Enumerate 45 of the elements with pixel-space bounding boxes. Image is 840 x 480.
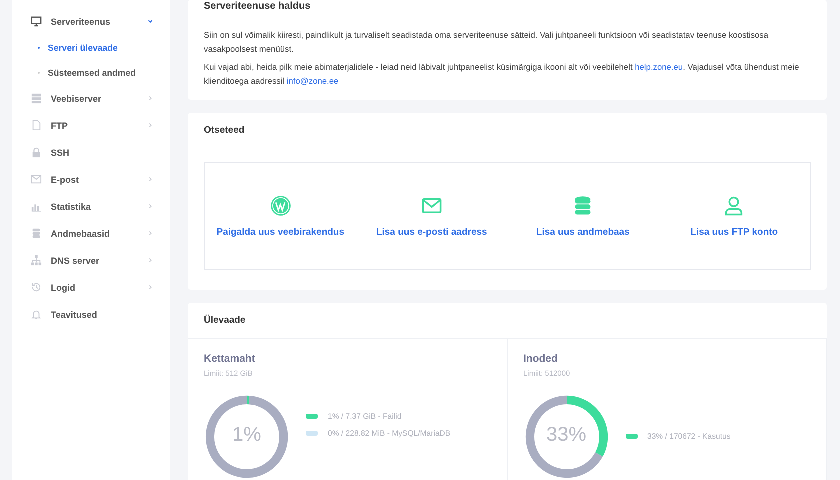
card-title: Otseteed [204, 125, 246, 136]
chevron-down-icon [147, 18, 154, 25]
chevron-right-icon [147, 284, 154, 291]
card-title: Ülevaade [188, 303, 827, 339]
sidebar-item[interactable]: Logid [12, 274, 170, 301]
chevron-right-icon [147, 176, 154, 183]
sidebar-item[interactable]: Teavitused [12, 301, 170, 328]
sidebar-item[interactable]: Veebiserver [12, 85, 170, 112]
paragraph: Siin on sul võimalik kiiresti, paindlikult ja turvaliselt seadistada oma serveriteenuse sätteid. Vali juhtpaneeli funktsioon või seadistatav teenuse koostisosa vasakpoolsest menüüst. [204, 29, 770, 56]
lock-icon [31, 147, 42, 158]
history-icon [31, 282, 42, 293]
percent-text: 33% [545, 424, 588, 447]
mail-icon [31, 174, 42, 185]
email-link[interactable]: info@zone.ee [286, 76, 339, 86]
chevron-right-icon [147, 95, 154, 102]
card-title: Serveriteenuse haldus [204, 0, 312, 14]
chevron-right-icon [147, 257, 154, 264]
chevron-right-icon [147, 122, 154, 129]
shortcut-link[interactable]: Lisa uus e-posti aadress [356, 194, 508, 238]
sidebar-item[interactable]: DNS server [12, 247, 170, 274]
percent-text: 1% [232, 424, 262, 447]
database-icon [31, 228, 42, 239]
sidebar-subitem[interactable]: Süsteemsed andmed [12, 60, 170, 85]
sidebar-item[interactable]: SSH [12, 139, 170, 166]
sidebar-subitem[interactable]: Serveri ülevaade [12, 35, 170, 60]
paragraph: Kui vajad abi, heida pilk meie abimaterjalidele - leiad neid läbivalt juhtpaneelist küsimärgiga ikooni alt või veebilehelt help.zone.eu. Vajadusel võta ühendust meie klienditoega aadressil info@zone.ee [204, 61, 800, 88]
monitor-icon [31, 16, 42, 27]
shortcut-link[interactable]: Lisa uus FTP konto [658, 194, 810, 238]
sidebar-item[interactable]: Serveriteenus [12, 8, 170, 35]
help-link[interactable]: help.zone.eu [635, 62, 684, 72]
sidebar-item[interactable]: FTP [12, 112, 170, 139]
panel-title: Kettamaht [204, 353, 256, 365]
chevron-right-icon [147, 203, 154, 210]
bell-icon [31, 309, 42, 320]
sidebar-item[interactable]: Andmebaasid [12, 220, 170, 247]
shortcut-link[interactable]: Lisa uus andmebaas [508, 194, 659, 238]
sidebar-item[interactable]: Statistika [12, 193, 170, 220]
sidebar-item[interactable]: E-post [12, 166, 170, 193]
server-icon [31, 93, 42, 104]
user-icon [723, 194, 746, 216]
sitemap-icon [31, 255, 42, 266]
file-icon [31, 120, 42, 131]
shortcut-link[interactable]: Paigalda uus veebirakendus [205, 194, 356, 238]
panel-title: Inoded [524, 353, 559, 365]
chevron-right-icon [147, 230, 154, 237]
